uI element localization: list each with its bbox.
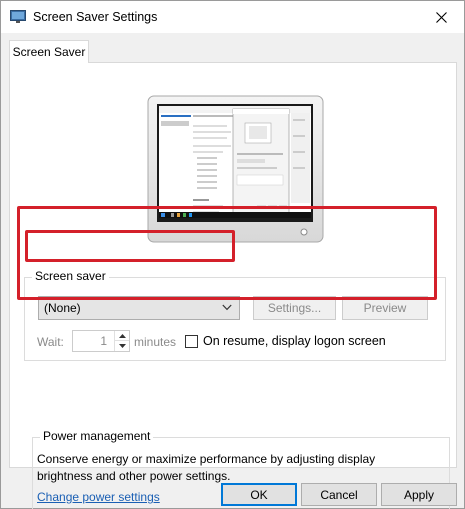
- ok-button-label: OK: [250, 487, 268, 502]
- title-bar: Screen Saver Settings: [1, 1, 464, 33]
- screen-saver-selected-value: (None): [44, 301, 81, 315]
- logon-screen-checkbox[interactable]: [185, 335, 198, 348]
- arrow-down-icon: [118, 344, 126, 348]
- tab-panel: Screen saver (None) Settings... Preview …: [9, 62, 457, 509]
- monitor-preview: [147, 95, 324, 243]
- close-button[interactable]: [418, 1, 464, 33]
- arrow-up-icon: [118, 333, 126, 338]
- preview-button[interactable]: Preview: [342, 296, 428, 320]
- cancel-button[interactable]: Cancel: [301, 483, 377, 506]
- settings-button[interactable]: Settings...: [253, 296, 336, 320]
- monitor-icon: [10, 10, 26, 23]
- wait-minutes-stepper[interactable]: 1: [72, 330, 130, 352]
- close-icon: [435, 11, 447, 23]
- apply-button[interactable]: Apply: [381, 483, 457, 506]
- screen-saver-settings-window: Screen Saver Settings Screen Saver Scree…: [0, 0, 465, 509]
- logon-screen-label[interactable]: On resume, display logon screen: [203, 334, 386, 348]
- apply-button-label: Apply: [403, 487, 435, 502]
- wait-label: Wait:: [37, 335, 64, 349]
- stepper-down-button[interactable]: [114, 341, 129, 351]
- tab-screen-saver[interactable]: Screen Saver: [9, 40, 89, 63]
- stepper-up-button[interactable]: [114, 331, 129, 341]
- tab-label: Screen Saver: [12, 45, 86, 59]
- window-title: Screen Saver Settings: [33, 10, 158, 24]
- power-management-group-label: Power management: [40, 429, 154, 443]
- preview-button-label: Preview: [363, 301, 407, 315]
- ok-button[interactable]: OK: [221, 483, 297, 506]
- chevron-down-icon: [222, 304, 232, 311]
- minutes-label: minutes: [134, 335, 177, 349]
- cancel-button-label: Cancel: [320, 487, 358, 502]
- wait-value[interactable]: 1: [73, 331, 113, 351]
- screen-saver-group-label: Screen saver: [32, 269, 109, 283]
- screen-saver-dropdown[interactable]: (None): [38, 296, 240, 320]
- power-management-description: Conserve energy or maximize performance …: [37, 452, 376, 483]
- settings-button-label: Settings...: [267, 301, 322, 315]
- change-power-settings-link[interactable]: Change power settings: [37, 490, 160, 504]
